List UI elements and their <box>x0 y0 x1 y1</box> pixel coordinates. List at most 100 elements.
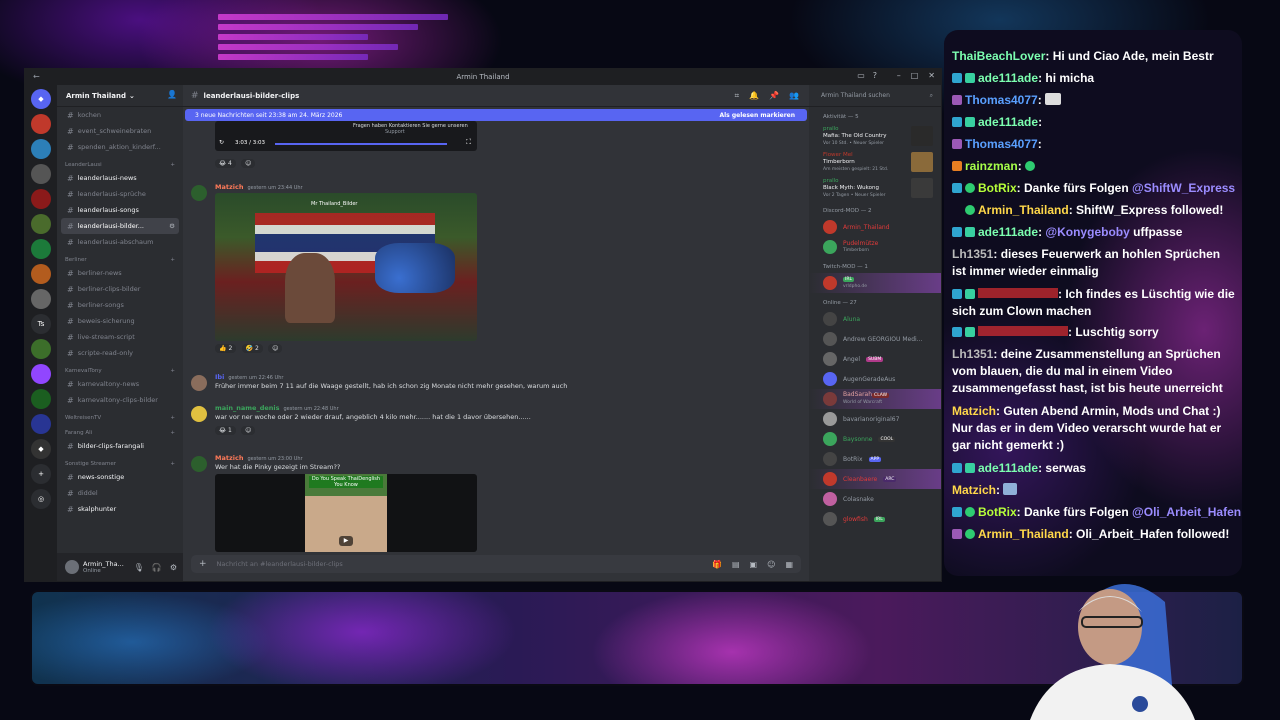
maximize-button[interactable]: □ <box>911 71 919 80</box>
inbox-icon[interactable]: ▭ <box>857 71 865 80</box>
member-item[interactable]: Angel SUBM <box>809 349 941 369</box>
video-embed[interactable]: Do You Speak ThaiDenglish You Know ▶ <box>215 474 477 552</box>
server-header[interactable]: Armin Thailand ⌄ 👤 <box>57 85 183 107</box>
add-member-icon[interactable]: 👤 <box>167 90 177 99</box>
member-item[interactable]: Baysonne COOL <box>809 429 941 449</box>
channel-item[interactable]: # diddel <box>57 485 183 501</box>
member-item[interactable]: Pudelmütze Timberborn <box>809 237 941 257</box>
member-item[interactable]: Armin_Thailand <box>809 217 941 237</box>
server-icon[interactable] <box>31 389 51 409</box>
new-messages-bar[interactable]: 3 neue Nachrichten seit 23:38 am 24. Mär… <box>185 109 807 121</box>
avatar[interactable] <box>191 406 207 422</box>
server-icon[interactable] <box>31 264 51 284</box>
close-button[interactable]: ✕ <box>928 71 935 80</box>
back-arrow-icon[interactable]: ← <box>33 72 40 81</box>
message-author[interactable]: Matzich <box>215 454 243 462</box>
replay-icon[interactable]: ↻ <box>219 139 224 146</box>
discover-icon[interactable]: ◎ <box>31 489 51 509</box>
twitch-server-icon[interactable] <box>31 364 51 384</box>
member-item[interactable]: Aluna <box>809 309 941 329</box>
member-item[interactable]: Cleanbaere ARC <box>809 469 941 489</box>
play-icon[interactable]: ▶ <box>339 536 353 546</box>
channel-item[interactable]: # spenden_aktion_kinderf... <box>57 139 183 155</box>
sticker-icon[interactable]: ▣ <box>750 560 758 569</box>
category-berliner[interactable]: Berliner + <box>57 250 183 265</box>
server-icon[interactable] <box>31 164 51 184</box>
fullscreen-icon[interactable]: ⛶ <box>466 138 471 147</box>
channel-item-active[interactable]: # leanderlausi-bilder... ⚙ <box>61 218 179 234</box>
server-icon[interactable] <box>31 414 51 434</box>
channel-item[interactable]: # karnevaltony-news <box>57 376 183 392</box>
apps-icon[interactable]: ▦ <box>785 560 793 569</box>
message-composer[interactable]: + Nachricht an #leanderlausi-bilder-clip… <box>191 555 801 573</box>
category-karneval[interactable]: KarnevalTony + <box>57 361 183 376</box>
channel-item[interactable]: # berliner-news <box>57 265 183 281</box>
member-item[interactable]: BotRix APP <box>809 449 941 469</box>
add-reaction-icon[interactable]: ☺ <box>241 159 256 168</box>
channel-item[interactable]: # karnevaltony-clips-bilder <box>57 392 183 408</box>
message-author[interactable]: Matzich <box>215 183 243 191</box>
channel-item[interactable]: # bilder-clips-farangali <box>57 438 183 454</box>
category-leanderlausi[interactable]: LeanderLausi + <box>57 155 183 170</box>
avatar[interactable] <box>65 560 79 574</box>
upload-plus-icon[interactable]: + <box>199 559 207 569</box>
discord-home-icon[interactable]: ◆ <box>31 89 51 109</box>
activity-card[interactable]: Flower Mel Timberborn Am meisten gespielt:… <box>809 149 941 175</box>
channel-item[interactable]: # scripte-read-only <box>57 345 183 361</box>
channel-item[interactable]: # leanderlausi-songs <box>57 202 183 218</box>
members-icon[interactable]: 👥 <box>789 91 799 101</box>
activity-card[interactable]: prallo Mafia: The Old Country Vor 10 Std. … <box>809 123 941 149</box>
channel-item[interactable]: # leanderlausi-abschaum <box>57 234 183 250</box>
headphones-icon[interactable]: 🎧 <box>152 563 162 572</box>
member-item[interactable]: Andrew GEORGIOU Medi... <box>809 329 941 349</box>
member-item[interactable]: AugenGeradeAus <box>809 369 941 389</box>
member-item[interactable]: BadSarah CLAW World of Warcraft <box>809 389 941 409</box>
help-icon[interactable]: ? <box>873 71 877 80</box>
channel-item[interactable]: # kochen <box>57 107 183 123</box>
video-player[interactable]: Fragen haben Kontaktieren Sie gerne unse… <box>215 121 477 151</box>
server-icon[interactable] <box>31 239 51 259</box>
message-author[interactable]: Ibi <box>215 373 224 381</box>
threads-icon[interactable]: ⌗ <box>735 91 740 101</box>
category-weltreisen[interactable]: WeltreisenTV + <box>57 408 183 423</box>
video-embed[interactable]: Mr Thailand_Bilder <box>215 193 477 341</box>
pin-icon[interactable]: 📌 <box>769 91 779 101</box>
avatar[interactable] <box>191 456 207 472</box>
gear-icon[interactable]: ⚙ <box>170 563 177 572</box>
avatar[interactable] <box>191 185 207 201</box>
server-icon[interactable]: Ts <box>31 314 51 334</box>
gift-icon[interactable]: 🎁 <box>712 560 722 569</box>
server-icon[interactable]: ◆ <box>31 439 51 459</box>
reaction[interactable]: 👍 2 <box>215 344 237 353</box>
mark-as-read-button[interactable]: Als gelesen markieren <box>719 112 795 119</box>
gif-icon[interactable]: ▤ <box>732 560 740 569</box>
channel-item[interactable]: # live-stream-script <box>57 329 183 345</box>
add-reaction-icon[interactable]: ☺ <box>268 344 283 353</box>
search-input[interactable]: Armin Thailand suchen ⌕ <box>809 85 941 107</box>
channel-item[interactable]: # leanderlausi-news <box>57 170 183 186</box>
emoji-icon[interactable]: ☺ <box>767 560 775 569</box>
member-item[interactable]: bavarianoriginal67 <box>809 409 941 429</box>
member-item[interactable]: Colasnake <box>809 489 941 509</box>
server-icon[interactable] <box>31 189 51 209</box>
avatar[interactable] <box>191 375 207 391</box>
reaction[interactable]: 😂 4 <box>215 159 236 168</box>
member-item[interactable]: IRL vrldpho.de <box>809 273 941 293</box>
add-reaction-icon[interactable]: ☺ <box>241 426 256 435</box>
reaction[interactable]: 🤣 2 <box>241 344 263 353</box>
category-sonstige[interactable]: Sonstige Streamer + <box>57 454 183 469</box>
bell-icon[interactable]: 🔔 <box>749 91 759 101</box>
settings-icon[interactable]: ⚙ <box>169 222 175 230</box>
channel-item[interactable]: # event_schweinebraten <box>57 123 183 139</box>
server-icon[interactable] <box>31 114 51 134</box>
member-item[interactable]: glowfish IRL <box>809 509 941 529</box>
channel-item[interactable]: # berliner-songs <box>57 297 183 313</box>
video-progress-bar[interactable] <box>275 143 447 145</box>
server-icon[interactable] <box>31 289 51 309</box>
server-icon[interactable] <box>31 139 51 159</box>
message-author[interactable]: main_name_denis <box>215 404 280 412</box>
category-farang[interactable]: Farang Ali + <box>57 423 183 438</box>
add-server-icon[interactable]: + <box>31 464 51 484</box>
microphone-icon[interactable]: 🎙 <box>134 563 144 572</box>
minimize-button[interactable]: – <box>897 71 901 80</box>
